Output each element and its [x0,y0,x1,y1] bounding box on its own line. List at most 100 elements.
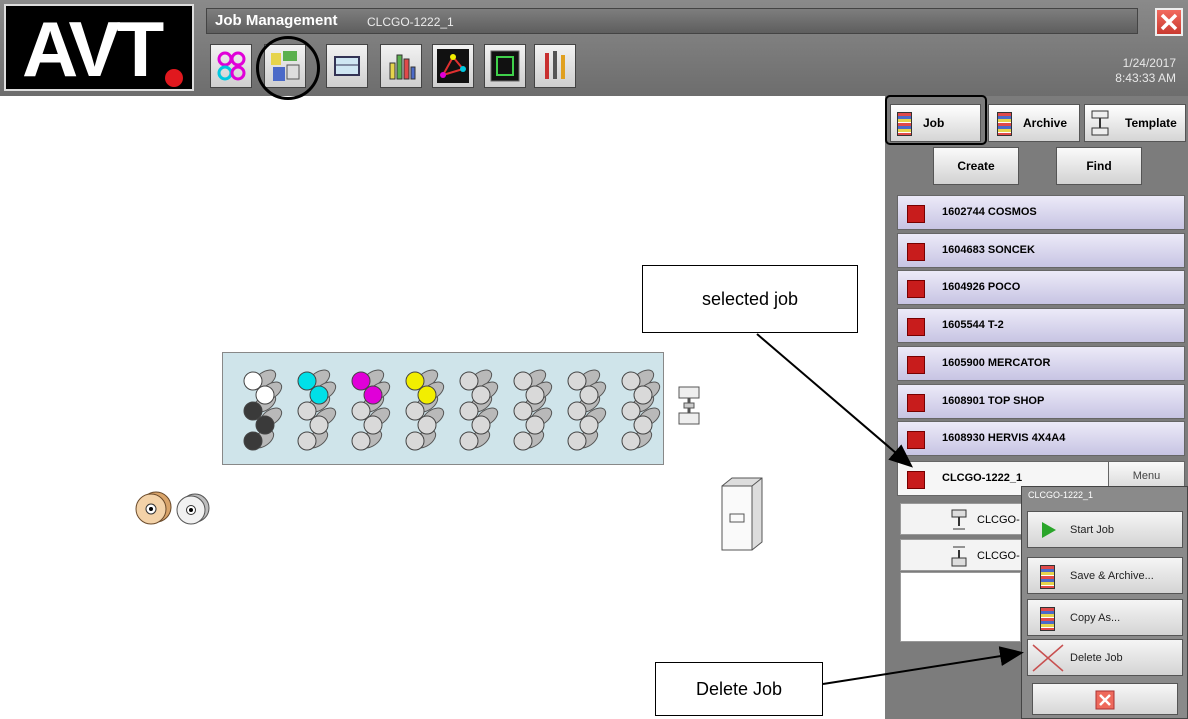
stacker-unit [676,384,702,428]
copy-as-button[interactable]: Copy As... [1027,599,1183,636]
output-stage-icon [951,546,967,567]
avt-logo: AVT [4,4,194,93]
roller-end [363,415,383,435]
roller-end [471,415,491,435]
roll-icon [135,491,172,525]
job-sub-item[interactable]: CLCGO- [900,503,1030,535]
job-name: CLCGO-1222_1 [942,472,1023,484]
job-list-item[interactable]: 1605900 MERCATOR [897,346,1185,381]
window-title: Job Management [215,12,338,29]
job-list-item[interactable]: 1608901 TOP SHOP [897,384,1185,419]
archive-icon [1040,565,1055,589]
roller-end [417,415,437,435]
roller-end [633,385,653,405]
roller-end [255,415,275,435]
close-icon [1095,690,1115,710]
roller-end [297,431,317,451]
frame-button[interactable] [484,44,526,88]
job-list-item[interactable]: 1605544 T-2 [897,308,1185,343]
paper-roll-brown [134,489,172,527]
roller-end [513,371,533,391]
roller-end [363,385,383,405]
play-icon [1042,522,1056,538]
job-list-item[interactable]: 1604926 POCO [897,270,1185,305]
print-unit [351,369,391,451]
roller-end [243,371,263,391]
bar-chart-icon [389,54,416,80]
roller-end [255,385,275,405]
close-menu-button[interactable] [1032,683,1178,715]
network-graph-button[interactable] [432,44,474,88]
stacker-icon [678,386,700,425]
job-status-marker [907,280,925,298]
close-window-button[interactable] [1155,8,1183,36]
color-dots-icon [217,51,246,81]
copy-icon [1040,607,1055,631]
job-list-item[interactable]: 1604683 SONCEK [897,233,1185,268]
job-name: 1605544 T-2 [942,319,1004,331]
input-stage-icon [951,509,967,530]
job-list-item[interactable]: 1608930 HERVIS 4X4A4 [897,421,1185,456]
roller-end [621,431,641,451]
job-sub-item[interactable]: CLCGO- [900,539,1030,571]
print-unit [297,369,337,451]
tab-template[interactable]: Template [1084,104,1186,142]
selected-job-callout: selected job [642,265,858,333]
job-status-marker [907,243,925,261]
create-button[interactable]: Create [933,147,1019,185]
print-unit [567,369,607,451]
job-status-marker [907,205,925,223]
roller-end [309,385,329,405]
job-list-item[interactable]: 1602744 COSMOS [897,195,1185,230]
roller-end [351,431,371,451]
roller-end [513,401,533,421]
job-status-marker [907,318,925,336]
network-graph-icon [437,49,469,83]
delete-x-icon [1032,644,1064,672]
tab-archive[interactable]: Archive [988,104,1080,142]
roller-end [297,401,317,421]
bar-chart-button[interactable] [380,44,422,88]
delete-job-callout: Delete Job [655,662,823,716]
paper-roll-grey [174,491,212,529]
template-icon [1091,110,1109,136]
start-job-button[interactable]: Start Job [1027,511,1183,548]
copy-as-label: Copy As... [1070,612,1121,624]
sub-item-label: CLCGO- [977,514,1020,526]
monitor-button[interactable] [326,44,368,88]
delete-job-button[interactable]: Delete Job [1027,639,1183,676]
roller-end [405,431,425,451]
roller-end [405,401,425,421]
roller-end [525,385,545,405]
job-status-marker [907,356,925,374]
find-button[interactable]: Find [1056,147,1142,185]
job-status-marker [907,394,925,412]
roller-end [417,385,437,405]
print-unit [243,369,283,451]
frame-icon [490,50,520,82]
job-name: 1602744 COSMOS [942,206,1037,218]
date-time: 1/24/2017 8:43:33 AM [1115,56,1176,86]
save-archive-button[interactable]: Save & Archive... [1027,557,1183,594]
active-tab-highlight [885,95,987,145]
roller-end [633,415,653,435]
roller-end [579,385,599,405]
logo-text: AVT [22,6,164,89]
roller-end [309,415,329,435]
roll-icon [176,493,210,525]
tools-button[interactable] [534,44,576,88]
roller-end [405,371,425,391]
start-job-label: Start Job [1070,524,1115,536]
color-dots-button[interactable] [210,44,252,88]
roller-end [243,401,263,421]
roller-end [471,385,491,405]
print-units [243,369,661,451]
current-job-id: CLCGO-1222_1 [367,15,454,29]
monitor-icon [334,56,360,76]
active-tool-highlight [256,36,320,100]
roller-end [567,431,587,451]
delete-job-label: Delete Job [1070,652,1123,664]
print-unit [621,369,661,451]
print-unit [459,369,499,451]
roller-end [621,371,641,391]
